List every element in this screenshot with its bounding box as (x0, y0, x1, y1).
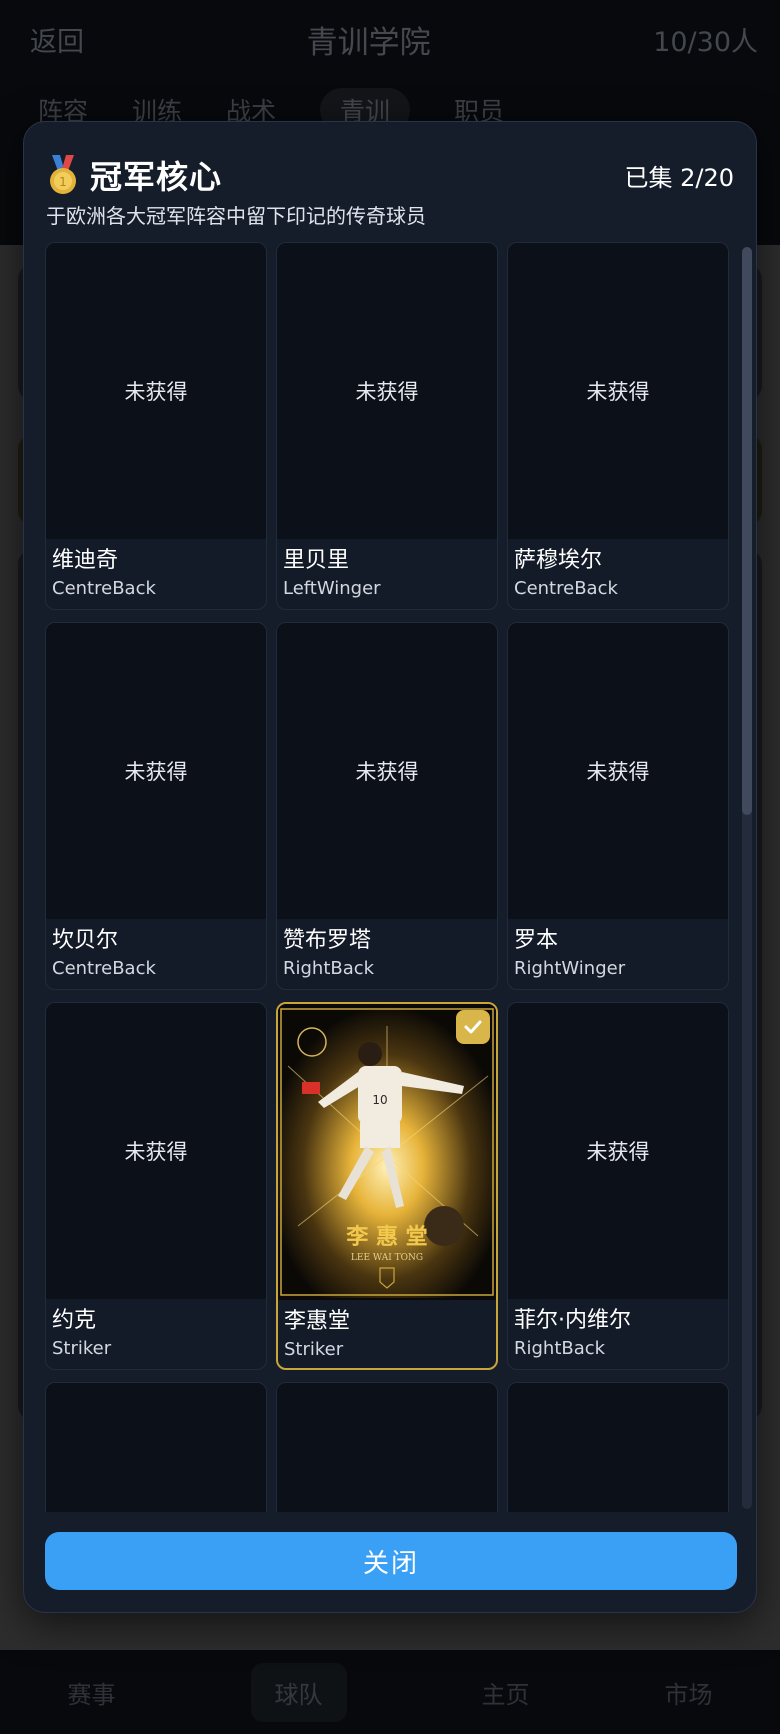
scrollbar-thumb[interactable] (742, 247, 752, 815)
locked-placeholder: 未获得 (277, 243, 497, 539)
player-art-image: 10 李 惠 堂 LEE WAI TONG (278, 1006, 496, 1298)
player-position: RightBack (514, 1338, 606, 1359)
player-name: 维迪奇 (52, 548, 119, 573)
player-card-owned[interactable]: 10 李 惠 堂 LEE WAI TONG 李惠堂 Striker (276, 1002, 498, 1370)
player-name: 李惠堂 (284, 1309, 351, 1334)
owned-check-icon (456, 1010, 490, 1044)
player-card[interactable]: 未获得 坎贝尔 CentreBack (45, 622, 267, 990)
player-name: 坎贝尔 (52, 928, 119, 953)
locked-placeholder: 未获得 (508, 243, 728, 539)
player-card[interactable]: 未获得 维迪奇 CentreBack (45, 242, 267, 610)
modal-title: 冠军核心 (90, 158, 223, 196)
art-title: 李 惠 堂 (345, 1224, 427, 1250)
player-name: 约克 (52, 1308, 97, 1333)
locked-placeholder: 未获得 (277, 623, 497, 919)
locked-placeholder: 未获得 (46, 1003, 266, 1299)
player-card[interactable] (276, 1382, 498, 1512)
player-position: RightWinger (514, 958, 626, 979)
player-name: 菲尔·内维尔 (514, 1308, 631, 1333)
player-name: 赞布罗塔 (283, 928, 372, 953)
close-button[interactable]: 关闭 (45, 1532, 737, 1590)
player-position: Striker (52, 1338, 112, 1359)
svg-text:1: 1 (59, 175, 67, 189)
locked-placeholder: 未获得 (46, 243, 266, 539)
player-card[interactable]: 未获得 萨穆埃尔 CentreBack (507, 242, 729, 610)
player-position: Striker (284, 1339, 344, 1360)
player-name: 萨穆埃尔 (514, 548, 603, 573)
collection-modal: 1 冠军核心 已集 2/20 于欧洲各大冠军阵容中留下印记的传奇球员 未获得 维… (23, 121, 757, 1613)
collection-count: 已集 2/20 (624, 163, 734, 192)
player-card[interactable]: 未获得 罗本 RightWinger (507, 622, 729, 990)
player-card[interactable]: 未获得 菲尔·内维尔 RightBack (507, 1002, 729, 1370)
card-image-placeholder (277, 1383, 497, 1512)
player-card[interactable]: 未获得 里贝里 LeftWinger (276, 242, 498, 610)
player-art: 10 李 惠 堂 LEE WAI TONG (278, 1004, 496, 1300)
locked-placeholder: 未获得 (508, 1003, 728, 1299)
player-name: 里贝里 (283, 548, 350, 573)
medal-icon: 1 (50, 155, 76, 194)
shirt-number: 10 (372, 1093, 387, 1107)
card-image-placeholder (46, 1383, 266, 1512)
player-card[interactable] (45, 1382, 267, 1512)
locked-placeholder: 未获得 (508, 623, 728, 919)
card-grid-viewport[interactable]: 未获得 维迪奇 CentreBack 未获得 里贝里 LeftWinger 未获得 … (45, 242, 750, 1512)
locked-placeholder: 未获得 (46, 623, 266, 919)
art-subtitle: LEE WAI TONG (351, 1253, 423, 1263)
card-grid: 未获得 维迪奇 CentreBack 未获得 里贝里 LeftWinger 未获得 … (45, 242, 750, 1512)
player-card[interactable] (507, 1382, 729, 1512)
modal-subtitle: 于欧洲各大冠军阵容中留下印记的传奇球员 (46, 204, 426, 228)
player-card[interactable]: 未获得 赞布罗塔 RightBack (276, 622, 498, 990)
player-position: LeftWinger (283, 578, 381, 599)
player-position: RightBack (283, 958, 375, 979)
player-card[interactable]: 未获得 约克 Striker (45, 1002, 267, 1370)
player-position: CentreBack (52, 578, 156, 599)
player-name: 罗本 (514, 928, 559, 953)
player-position: CentreBack (514, 578, 618, 599)
grid-scrollbar[interactable] (742, 247, 752, 1509)
modal-header: 1 冠军核心 已集 2/20 (46, 150, 734, 200)
card-image-placeholder (508, 1383, 728, 1512)
player-position: CentreBack (52, 958, 156, 979)
